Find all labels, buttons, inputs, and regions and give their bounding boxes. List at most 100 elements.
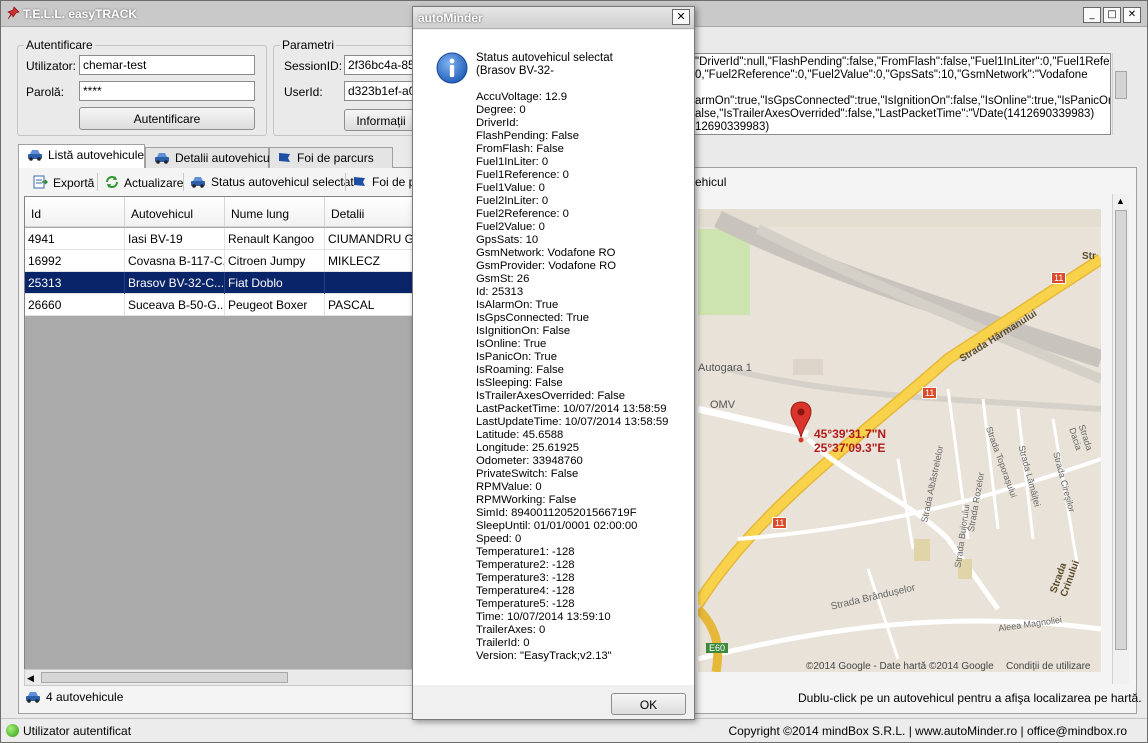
map-scroll-thumb[interactable]: [1115, 210, 1127, 650]
map-toolbar-fragment[interactable]: ehicul: [695, 175, 726, 189]
map-vertical-scrollbar[interactable]: ▲: [1112, 194, 1129, 684]
status-field: Fuel2Value: 0: [476, 221, 545, 233]
status-field: TrailerAxes: 0: [476, 624, 546, 636]
map-hint: Dublu-click pe un autovehicul pentru a a…: [798, 691, 1142, 705]
auth-legend: Autentificare: [26, 38, 93, 52]
cell-id: 26660: [25, 294, 125, 316]
table-row-selected[interactable]: 25313 Brasov BV-32-C... Fiat Doblo: [25, 272, 419, 294]
json-scroll-thumb[interactable]: [1115, 71, 1127, 99]
cell-id: 4941: [25, 228, 125, 250]
tab-vehicle-list[interactable]: Listă autovehicule: [18, 144, 145, 168]
cell-details: CIUMANDRU G...: [325, 228, 419, 250]
close-button[interactable]: ✕: [1123, 7, 1141, 23]
export-button[interactable]: Exportă: [33, 175, 94, 190]
column-header-name[interactable]: Nume lung: [225, 197, 325, 227]
status-field: Temperature4: -128: [476, 585, 575, 597]
car-icon: [191, 177, 205, 188]
flag-icon: [354, 177, 365, 186]
table-horizontal-scrollbar[interactable]: ◀: [24, 669, 420, 686]
status-field: IsSleeping: False: [476, 377, 563, 389]
vehicle-status-label: Status autovehicul selectat: [211, 175, 354, 189]
status-field: Fuel2InLiter: 0: [476, 195, 549, 207]
json-scrollbar[interactable]: [1112, 53, 1129, 135]
dialog-heading-line1: Status autovehicul selectat: [476, 52, 613, 64]
status-field: PrivateSwitch: False: [476, 468, 579, 480]
status-field: IsPanicOn: True: [476, 351, 557, 363]
status-field: IsGpsConnected: True: [476, 312, 590, 324]
column-header-vehicle[interactable]: Autovehicul: [125, 197, 225, 227]
cell-details: [325, 272, 419, 294]
refresh-button[interactable]: Actualizare: [105, 175, 183, 190]
status-field: Time: 10/07/2014 13:59:10: [476, 611, 611, 623]
status-field: GsmSt: 26: [476, 273, 530, 285]
info-button[interactable]: Informații: [344, 109, 418, 131]
status-field: AccuVoltage: 12.9: [476, 91, 568, 103]
table-scroll-thumb[interactable]: [41, 672, 288, 683]
export-icon: [33, 175, 48, 189]
road-badge-11: 11: [922, 387, 938, 399]
car-icon: [26, 692, 40, 703]
refresh-icon: [106, 176, 118, 188]
status-field: FromFlash: False: [476, 143, 564, 155]
status-dialog[interactable]: autoMinder ✕ Status autovehicul selectat…: [412, 6, 695, 720]
status-field: GsmProvider: Vodafone RO: [476, 260, 617, 272]
minimize-button[interactable]: _: [1083, 7, 1101, 23]
copyright-text: Copyright ©2014 mindBox S.R.L. | www.aut…: [728, 724, 1127, 738]
map-pin-icon[interactable]: [790, 401, 812, 445]
maximize-button[interactable]: □: [1103, 7, 1121, 23]
status-field: Temperature2: -128: [476, 559, 575, 571]
status-field: LastUpdateTime: 10/07/2014 13:58:59: [476, 416, 669, 428]
road-badge-11: 11: [772, 517, 788, 529]
password-input[interactable]: ****: [79, 81, 255, 101]
status-field: GpsSats: 10: [476, 234, 539, 246]
json-line: 0,"Fuel2Reference":0,"Fuel2Value":0,"Gps…: [695, 69, 1088, 81]
status-field: Speed: 0: [476, 533, 522, 545]
dialog-heading-line2: (Brasov BV-32-: [476, 65, 554, 77]
cell-name: Fiat Doblo: [225, 272, 325, 294]
tab-label: Foi de parcurs: [297, 151, 374, 165]
table-row[interactable]: 16992 Covasna B-117-C... Citroen Jumpy M…: [25, 250, 419, 272]
dialog-ok-button[interactable]: OK: [611, 693, 686, 715]
login-button[interactable]: Autentificare: [79, 107, 255, 130]
tab-vehicle-details[interactable]: Detalii autovehicule: [145, 147, 279, 168]
refresh-label: Actualizare: [124, 176, 184, 190]
status-field: Temperature1: -128: [476, 546, 575, 558]
map-canvas[interactable]: [698, 209, 1101, 672]
cell-name: Citroen Jumpy: [225, 250, 325, 272]
json-line: "DriverId":null,"FlashPending":false,"Fr…: [695, 56, 1111, 68]
status-field: RPMWorking: False: [476, 494, 577, 506]
map-label-autogara: Autogara 1: [698, 362, 752, 374]
vehicle-table[interactable]: Id Autovehicul Nume lung Detalii 4941 Ia…: [24, 196, 420, 686]
map-view[interactable]: Autogara 1 OMV Strada Hărmanului Str Str…: [698, 209, 1101, 672]
params-legend: Parametri: [282, 38, 335, 52]
map-label-omv: OMV: [710, 399, 736, 411]
cell-name: Peugeot Boxer: [225, 294, 325, 316]
session-input[interactable]: 2f36bc4a-853: [344, 55, 418, 75]
map-terms-link[interactable]: Condiții de utilizare: [1006, 661, 1091, 672]
table-row[interactable]: 4941 Iasi BV-19 Renault Kangoo CIUMANDRU…: [25, 228, 419, 250]
scroll-up-arrow-icon[interactable]: ▲: [1116, 196, 1125, 206]
table-header: Id Autovehicul Nume lung Detalii: [25, 197, 419, 227]
column-header-id[interactable]: Id: [25, 197, 125, 227]
status-field: Odometer: 33948760: [476, 455, 583, 467]
dialog-close-button[interactable]: ✕: [672, 9, 690, 25]
user-input[interactable]: chemar-test: [79, 55, 255, 75]
scroll-left-arrow-icon[interactable]: ◀: [27, 673, 34, 684]
dialog-title: autoMinder: [418, 11, 483, 25]
status-field: TrailerId: 0: [476, 637, 530, 649]
json-output[interactable]: "DriverId":null,"FlashPending":false,"Fr…: [691, 53, 1111, 135]
column-header-details[interactable]: Detalii: [325, 197, 419, 227]
status-field: IsOnline: True: [476, 338, 547, 350]
status-field: Id: 25313: [476, 286, 524, 298]
tab-route-sheets[interactable]: Foi de parcurs: [269, 147, 393, 168]
status-field: DriverId:: [476, 117, 519, 129]
map-label-street-fragment: Str: [1082, 251, 1096, 262]
dialog-title-bar[interactable]: autoMinder ✕: [413, 7, 694, 29]
flag-icon: [279, 153, 290, 162]
table-row[interactable]: 26660 Suceava B-50-G... Peugeot Boxer PA…: [25, 294, 419, 316]
cell-vehicle: Brasov BV-32-C...: [125, 272, 225, 294]
userid-input[interactable]: d323b1ef-a0e: [344, 81, 418, 101]
vehicle-status-button[interactable]: Status autovehicul selectat: [190, 175, 354, 189]
info-icon: [436, 52, 468, 84]
status-field: Fuel1Reference: 0: [476, 169, 569, 181]
